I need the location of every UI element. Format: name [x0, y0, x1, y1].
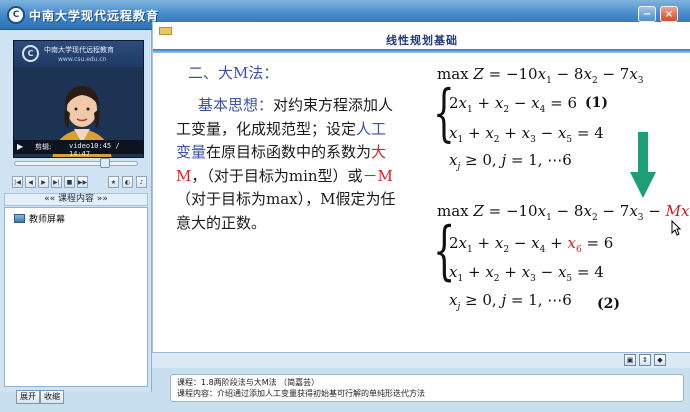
- app-title: 中南大学现代远程教育: [29, 9, 160, 23]
- slide-flag-icon: [159, 27, 172, 35]
- course-tree: 教师屏幕: [4, 207, 148, 387]
- play-button-icon[interactable]: ▶: [38, 176, 49, 188]
- video-banner: C 中南大学现代远程教育 www.csu.edu.cn: [14, 41, 143, 67]
- constraint-1a: 2x1 + x2 − x4 = 6: [449, 94, 578, 115]
- course-desc-line: 课程内容：介绍通过添加人工变量获得初始基可行解的单纯形迭代方法: [177, 389, 425, 398]
- minimize-button[interactable]: −: [638, 6, 656, 22]
- playback-controls: |◀ ◀ ▶ ▶| ■ ▶▶ ★ ◐ ♪: [12, 176, 148, 190]
- slide-toolbar: ▣ ⇕ ◆: [152, 352, 690, 368]
- constraint-1b: x1 + x2 + x3 − x5 = 4: [449, 124, 604, 145]
- clip-label: 剪辑:: [35, 143, 52, 151]
- play-icon[interactable]: ▶: [17, 142, 23, 151]
- video-logo-icon: C: [22, 45, 39, 62]
- sync-button[interactable]: ⇕: [639, 354, 651, 366]
- options-button[interactable]: ◆: [654, 354, 666, 366]
- constraint-2b: x1 + x2 + x3 − x5 = 4: [449, 263, 604, 284]
- video-status-bar: ▶ 剪辑: video10:45 / 14:47: [13, 140, 144, 158]
- monitor-icon: [14, 214, 25, 223]
- seek-thumb[interactable]: [99, 158, 110, 168]
- objective-2: max Z = −10x1 − 8x2 − 7x3 − Mx6: [437, 202, 690, 223]
- collapse-button[interactable]: 收缩: [40, 390, 64, 404]
- para-part-3: ，（对于目标为min型）或: [191, 166, 363, 185]
- video-time: video10:45 / 14:47: [69, 142, 120, 158]
- expand-button[interactable]: 展开: [16, 390, 40, 404]
- skip-back-icon[interactable]: |◀: [12, 176, 23, 188]
- down-arrow-icon: [630, 132, 656, 198]
- skip-forward-icon[interactable]: ▶|: [51, 176, 62, 188]
- slide-title: 线性规划基础: [386, 34, 458, 47]
- stop-icon[interactable]: ■: [64, 176, 75, 188]
- course-content-header: «« 课程内容 »»: [4, 193, 148, 206]
- favorite-icon[interactable]: ★: [108, 176, 119, 188]
- seek-bar[interactable]: [14, 161, 138, 166]
- equation-tag-2: (2): [597, 296, 620, 312]
- mouse-cursor-icon: [671, 220, 681, 236]
- para-lead: 基本思想：: [198, 96, 274, 114]
- fullscreen-button[interactable]: ▣: [624, 354, 636, 366]
- constraint-1c: xj ≥ 0, j = 1, ⋯6: [449, 151, 572, 172]
- course-title-line: 课程：1.8两阶段法与大M法 （简嘉芸）: [177, 378, 320, 387]
- university-logo-icon: C: [7, 6, 25, 24]
- para-neg-m: －M: [362, 166, 393, 185]
- left-panel: C 中南大学现代远程教育 www.csu.edu.cn ▶ 剪辑: video1…: [0, 30, 152, 392]
- display-icon[interactable]: ◐: [122, 176, 133, 188]
- course-status-box: 课程：1.8两阶段法与大M法 （简嘉芸） 课程内容：介绍通过添加人工变量获得初始…: [170, 374, 684, 402]
- constraint-2a: 2x1 + x2 − x4 + x6 = 6: [449, 234, 614, 255]
- equation-tag-1: (1): [585, 95, 608, 111]
- slide-paragraph: 基本思想：对约束方程添加人工变量，化成规范型；设定人工变量在原目标函数中的系数为…: [176, 94, 396, 235]
- para-part-2: 在原目标函数中的系数为: [206, 143, 372, 161]
- video-banner-url: www.csu.edu.cn: [58, 56, 107, 63]
- video-banner-title: 中南大学现代远程教育: [44, 46, 114, 54]
- volume-icon[interactable]: ♪: [136, 176, 147, 188]
- rewind-icon[interactable]: ◀: [25, 176, 36, 188]
- slide-title-rule: [153, 49, 690, 53]
- slide-heading: 二、大M法：: [188, 64, 279, 82]
- tree-item-teacher-screen[interactable]: 教师屏幕: [29, 212, 65, 225]
- bottom-bar: 展开 收缩: [0, 390, 152, 412]
- para-part-4: （对于目标为max），M假定为任意大的正数。: [176, 190, 396, 232]
- constraint-2c: xj ≥ 0, j = 1, ⋯6: [449, 291, 572, 312]
- slide-area: 线性规划基础 二、大M法： 基本思想：对约束方程添加人工变量，化成规范型；设定人…: [152, 22, 690, 352]
- fast-forward-icon[interactable]: ▶▶: [77, 176, 88, 188]
- close-button[interactable]: ×: [660, 6, 678, 22]
- objective-1: max Z = −10x1 − 8x2 − 7x3: [437, 65, 644, 86]
